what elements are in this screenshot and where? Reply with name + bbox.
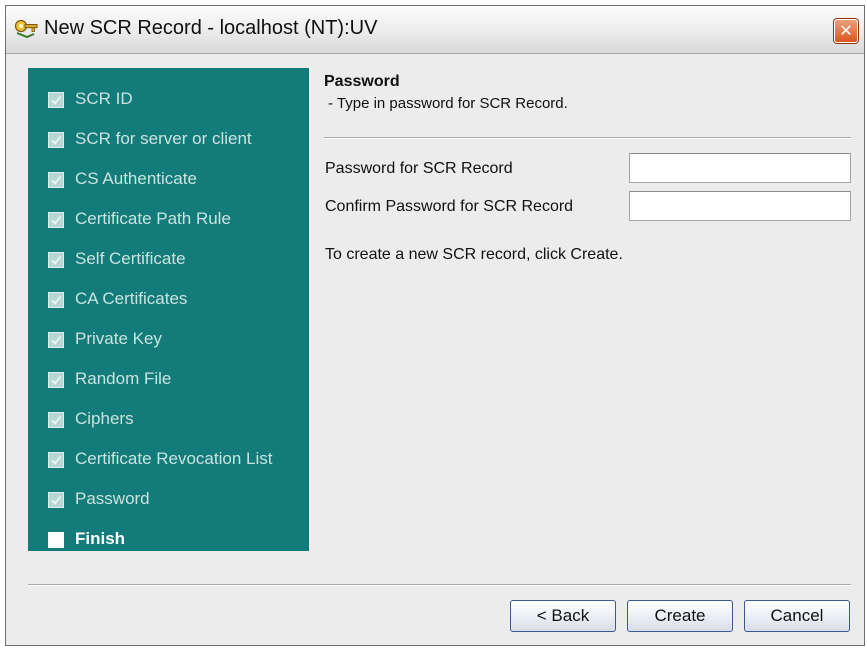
checkmark-icon <box>51 135 62 146</box>
back-button[interactable]: < Back <box>510 600 616 632</box>
section-title: Password <box>324 73 400 90</box>
checkmark-icon <box>51 295 62 306</box>
step-label: Private Key <box>75 329 162 348</box>
step-label: Random File <box>75 369 172 388</box>
checkmark-icon <box>51 375 62 386</box>
step-label: SCR for server or client <box>75 129 252 148</box>
step-label: CS Authenticate <box>75 169 197 188</box>
checkmark-icon <box>51 255 62 266</box>
divider <box>324 137 851 139</box>
footer-divider <box>28 584 851 586</box>
step-label: CA Certificates <box>75 289 188 308</box>
wizard-steps-panel: SCR ID SCR for server or client CS Authe… <box>28 68 309 551</box>
checkmark-icon <box>51 95 62 106</box>
checkmark-icon <box>51 335 62 346</box>
cancel-button[interactable]: Cancel <box>744 600 850 632</box>
step-checkbox <box>48 492 64 508</box>
close-icon: ✕ <box>839 21 853 40</box>
step-label: Finish <box>75 529 126 548</box>
dialog-window: New SCR Record - localhost (NT):UV ✕ SCR… <box>5 5 865 646</box>
step-label: Self Certificate <box>75 249 186 268</box>
step-checkbox <box>48 132 64 148</box>
step-checkbox <box>48 332 64 348</box>
step-checkbox <box>48 212 64 228</box>
step-checkbox <box>48 252 64 268</box>
step-label: SCR ID <box>75 89 133 108</box>
step-label: Password <box>75 489 150 508</box>
dialog-content: SCR ID SCR for server or client CS Authe… <box>6 54 864 645</box>
step-label: Certificate Revocation List <box>75 449 273 468</box>
checkmark-icon <box>51 415 62 426</box>
create-button[interactable]: Create <box>627 600 733 632</box>
password-label: Password for SCR Record <box>325 160 513 177</box>
confirm-password-field[interactable] <box>629 191 851 221</box>
step-label: Ciphers <box>75 409 134 428</box>
step-checkbox <box>48 92 64 108</box>
confirm-password-label: Confirm Password for SCR Record <box>325 198 574 215</box>
checkmark-icon <box>51 495 62 506</box>
checkmark-icon <box>51 175 62 186</box>
step-label: Certificate Path Rule <box>75 209 231 228</box>
section-description: - Type in password for SCR Record. <box>328 95 568 112</box>
key-icon <box>14 19 38 39</box>
close-button[interactable]: ✕ <box>834 19 858 43</box>
checkmark-icon <box>51 215 62 226</box>
step-checkbox <box>48 452 64 468</box>
create-hint: To create a new SCR record, click Create… <box>325 246 623 263</box>
title-bar[interactable]: New SCR Record - localhost (NT):UV ✕ <box>6 6 864 54</box>
step-checkbox <box>48 412 64 428</box>
window-title: New SCR Record - localhost (NT):UV <box>44 17 378 39</box>
checkmark-icon <box>51 455 62 466</box>
step-checkbox <box>48 292 64 308</box>
step-checkbox <box>48 372 64 388</box>
password-field[interactable] <box>629 153 851 183</box>
step-checkbox <box>48 172 64 188</box>
step-checkbox <box>48 532 64 548</box>
